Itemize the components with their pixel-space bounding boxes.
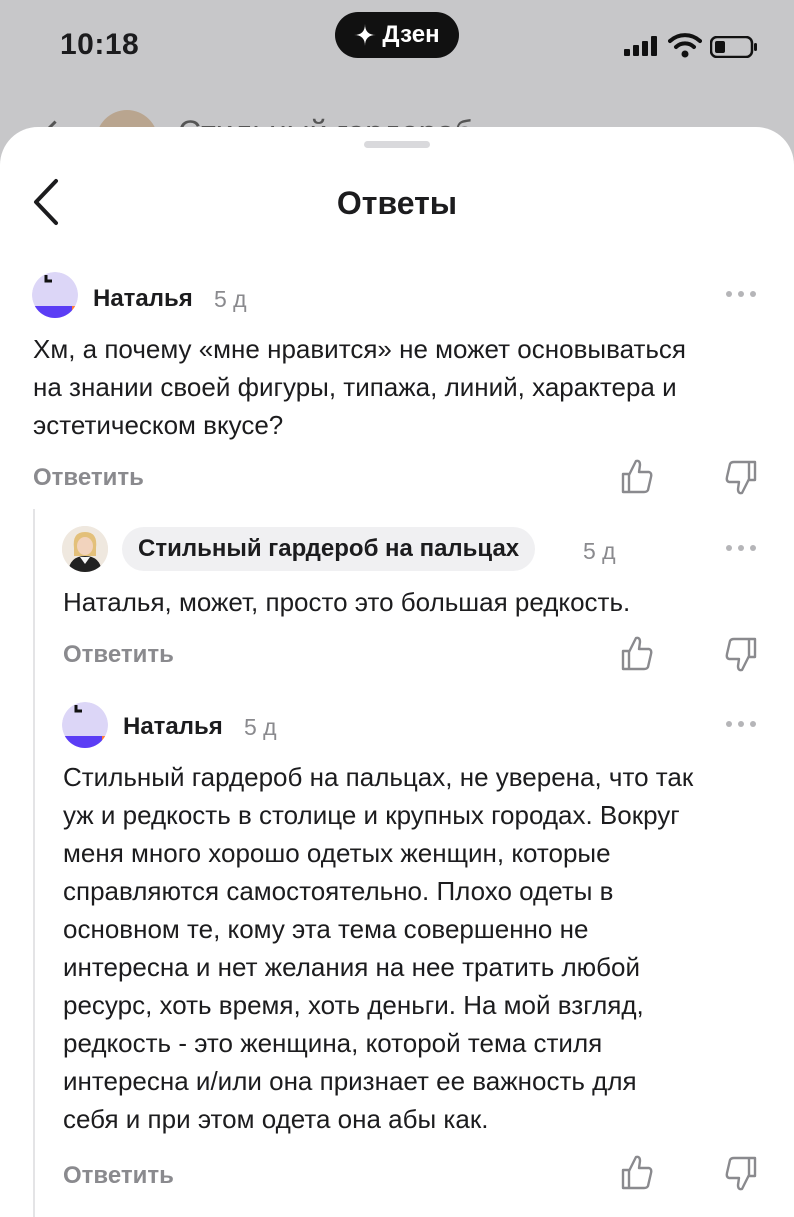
comment-line: себя и при этом одета она абы как. [63, 1104, 489, 1134]
comment-line: Хм, а почему «мне нравится» не может осн… [33, 334, 687, 364]
author-chip[interactable]: Стильный гардероб на пальцах [122, 527, 536, 571]
thread-line [33, 509, 35, 1217]
thumb-down-icon[interactable] [724, 1155, 758, 1193]
comment-time: 5 д [244, 714, 277, 740]
comment-time: 5 д [583, 538, 616, 564]
status-time: 10:18 [60, 28, 140, 61]
comment-author[interactable]: Наталья [123, 713, 223, 741]
battery-icon [710, 36, 757, 58]
dzen-pill-label: Дзен [382, 21, 440, 48]
status-bar: 10:18 Дзен [0, 0, 794, 90]
comment-text: Хм, а почему «мне нравится» не может осн… [33, 330, 686, 444]
thumb-up-icon[interactable] [620, 634, 654, 672]
comment-line: Наталья, может, просто это большая редко… [63, 587, 631, 617]
reply-button[interactable]: Ответить [63, 641, 174, 669]
more-icon[interactable] [726, 545, 756, 555]
sheet-grabber[interactable] [364, 141, 430, 148]
thumb-down-icon[interactable] [724, 459, 758, 497]
page-title: Ответы [336, 185, 458, 221]
thumb-up-icon[interactable] [620, 1153, 654, 1191]
signal-icon [624, 36, 657, 56]
comment-line: интересна и нет желания на нее тратить л… [63, 952, 641, 982]
dzen-pill[interactable]: Дзен [335, 12, 459, 58]
dzen-star-icon [354, 24, 377, 46]
avatar-stylish-wardrobe[interactable] [62, 526, 108, 572]
comment-author[interactable]: Наталья [93, 285, 193, 313]
replies-sheet: Ответы Наталья 5 д Хм, а почему «мне нра… [0, 127, 794, 1217]
comment-line: эстетическом вкусе? [33, 410, 284, 440]
wifi-icon [668, 33, 702, 58]
thumb-down-icon[interactable] [724, 636, 758, 674]
comment-line: редкость - это женщина, которой тема сти… [63, 1028, 603, 1058]
reply-button[interactable]: Ответить [33, 464, 144, 492]
reply-button[interactable]: Ответить [63, 1162, 174, 1190]
comment-line: основном те, кому эта тема совершенно не [63, 914, 589, 944]
comment-line: на знании своей фигуры, типажа, линий, х… [33, 372, 677, 402]
comment-author: Стильный гардероб на пальцах [138, 535, 520, 562]
avatar-natalya[interactable] [62, 702, 108, 748]
comment-line: Стильный гардероб на пальцах, не уверена… [63, 762, 694, 792]
comment-time: 5 д [214, 286, 247, 312]
comment-line: меня много хорошо одетых женщин, которые [63, 838, 611, 868]
comment-text: Стильный гардероб на пальцах, не уверена… [63, 758, 693, 1138]
thumb-up-icon[interactable] [620, 457, 654, 495]
comment-text: Наталья, может, просто это большая редко… [63, 583, 630, 621]
comment-line: интересна и/или она признает ее важность… [63, 1066, 637, 1096]
comment-line: справляются самостоятельно. Плохо одеты … [63, 876, 614, 906]
avatar-natalya[interactable] [32, 272, 78, 318]
more-icon[interactable] [726, 721, 756, 731]
comment-line: уж и редкость в столице и крупных города… [63, 800, 680, 830]
comment-line: ресурс, хоть время, хоть деньги. На мой … [63, 990, 644, 1020]
more-icon[interactable] [726, 291, 756, 301]
